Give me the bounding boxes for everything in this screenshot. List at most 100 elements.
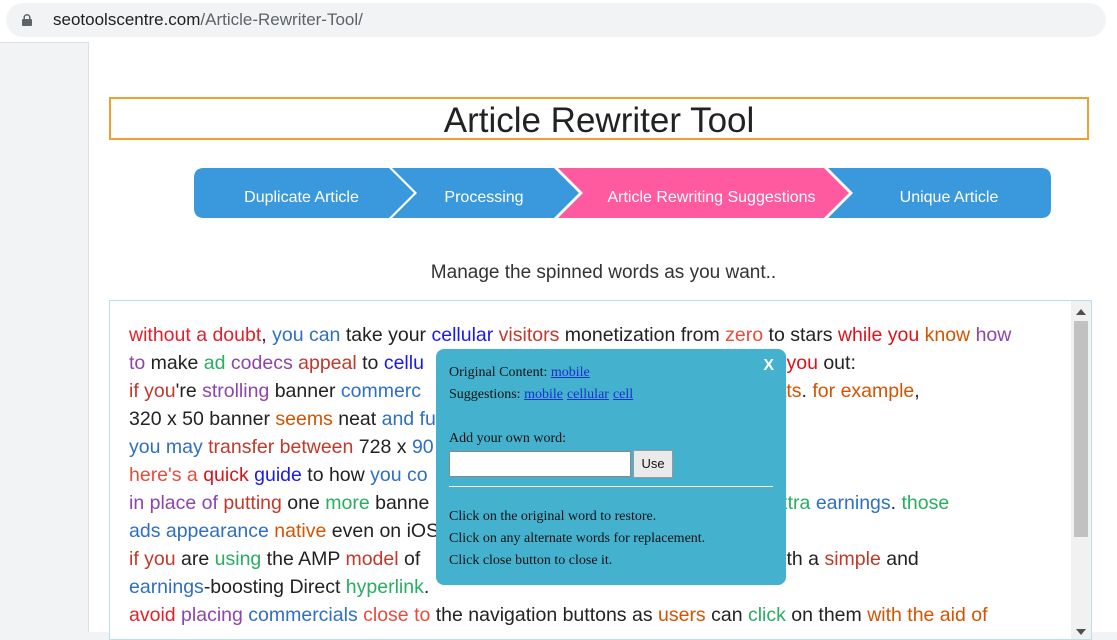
plain-text: even on iOS (326, 520, 440, 542)
spun-word[interactable]: you can (272, 324, 340, 346)
progress-steps: Duplicate Article Processing Article Rew… (194, 168, 1051, 218)
step-rewriting-suggestions[interactable]: Article Rewriting Suggestions (574, 168, 849, 218)
spun-word[interactable]: transfer between (208, 436, 353, 458)
plain-text: to (356, 352, 384, 374)
spun-word[interactable]: commerc (341, 380, 421, 402)
spun-word[interactable]: while you (838, 324, 919, 346)
spun-word[interactable]: visitors (499, 324, 560, 346)
spun-word[interactable]: and fu (382, 408, 436, 430)
url-text: seotoolscentre.com/Article-Rewriter-Tool… (53, 10, 363, 30)
spun-word[interactable]: hyperlink (346, 576, 424, 598)
scroll-down-icon[interactable] (1076, 629, 1086, 635)
url-path: /Article-Rewriter-Tool/ (200, 10, 363, 29)
plain-text: 320 x 50 banner (129, 408, 276, 430)
popup-divider (449, 486, 773, 487)
step-unique-article[interactable]: Unique Article (849, 168, 1049, 218)
plain-text: on them (785, 604, 868, 626)
add-word-label: Add your own word: (449, 431, 567, 446)
plain-text: the AMP (261, 548, 346, 570)
url-host: seotoolscentre.com (53, 10, 201, 29)
plain-text: to how (301, 464, 371, 486)
word-suggestion-popup: X Original Content: mobile Suggestions: … (436, 349, 786, 585)
plain-text: are (175, 548, 215, 570)
plain-text: and (880, 548, 919, 570)
spun-word[interactable]: using (215, 548, 262, 570)
spun-word[interactable]: commercials (248, 604, 357, 626)
article-line: if you are using the AMP model of (129, 545, 420, 573)
article-line: earnings-boosting Direct hyperlink. (129, 573, 429, 601)
spun-word[interactable]: without a doubt (129, 324, 261, 346)
plain-text: make (145, 352, 204, 374)
spun-word[interactable]: 90 (412, 436, 434, 458)
article-line: if you're strolling banner commerc (129, 377, 421, 405)
spun-word[interactable]: ad (204, 352, 226, 374)
spun-word[interactable]: quick (203, 464, 249, 486)
article-line: without a doubt, you can take your cellu… (129, 321, 1011, 349)
spun-word[interactable]: you may (129, 436, 203, 458)
spun-word[interactable]: you co (370, 464, 427, 486)
original-word-link[interactable]: mobile (551, 365, 590, 380)
spun-word[interactable]: for example (812, 380, 914, 402)
spun-word[interactable]: ads appearance (129, 520, 269, 542)
step-processing[interactable]: Processing (389, 168, 579, 218)
step-duplicate-article[interactable]: Duplicate Article (194, 168, 409, 218)
plain-text: , (261, 324, 273, 346)
spun-word[interactable]: earnings (816, 492, 891, 514)
plain-text: monetization from (559, 324, 726, 346)
close-popup-button[interactable]: X (763, 357, 774, 375)
plain-text: neat (332, 408, 382, 430)
spun-word[interactable]: how (976, 324, 1012, 346)
spun-word[interactable]: guide (254, 464, 302, 486)
spun-word[interactable]: putting (223, 492, 282, 514)
title-box: Article Rewriter Tool (109, 97, 1089, 140)
spun-word[interactable]: with the aid of (867, 604, 987, 626)
suggestion-link-cellular[interactable]: cellular (567, 387, 609, 402)
spun-word[interactable]: seems (275, 408, 332, 430)
spun-word[interactable]: simple (824, 548, 880, 570)
spun-word[interactable]: to (129, 352, 145, 374)
plain-text: banne (369, 492, 430, 514)
spun-word[interactable]: in place of (129, 492, 218, 514)
url-field[interactable]: seotoolscentre.com/Article-Rewriter-Tool… (6, 3, 1106, 37)
article-line: ads appearance native even on iOS (129, 517, 439, 545)
spun-word[interactable]: if you (129, 380, 176, 402)
scroll-up-icon[interactable] (1076, 309, 1086, 315)
spun-word[interactable]: here's a (129, 464, 198, 486)
spun-word[interactable]: avoid (129, 604, 176, 626)
page-title: Article Rewriter Tool (443, 101, 755, 140)
spun-word[interactable]: model (345, 548, 398, 570)
article-line: you may transfer between 728 x 90 (129, 433, 434, 461)
plain-text: 728 x (353, 436, 412, 458)
spun-word[interactable]: zero (725, 324, 763, 346)
plain-text: out: (817, 352, 856, 374)
spun-word[interactable]: cellu (384, 352, 424, 374)
plain-text: take your (340, 324, 432, 346)
spun-word[interactable]: those (901, 492, 949, 514)
page-subtitle: Manage the spinned words as you want.. (430, 262, 777, 283)
spun-word[interactable]: close to (363, 604, 430, 626)
original-content-label: Original Content: (449, 365, 548, 380)
spun-word[interactable]: appeal (298, 352, 357, 374)
original-content-row: Original Content: mobile (449, 365, 594, 381)
spun-word[interactable]: know (925, 324, 971, 346)
suggestion-link-mobile[interactable]: mobile (524, 387, 563, 402)
spun-word[interactable]: click (748, 604, 786, 626)
plain-text: the navigation buttons as (430, 604, 658, 626)
help-text-restore: Click on the original word to restore. (449, 509, 657, 524)
spun-word[interactable]: more (325, 492, 369, 514)
spun-word[interactable]: users (658, 604, 706, 626)
custom-word-input[interactable] (449, 451, 631, 477)
spun-word[interactable]: native (274, 520, 326, 542)
use-button[interactable]: Use (633, 450, 673, 478)
article-line: to make ad codecs appeal to cellu (129, 349, 424, 377)
plain-text: . (890, 492, 902, 514)
spun-word[interactable]: codecs (231, 352, 293, 374)
spun-word[interactable]: cellular (431, 324, 493, 346)
spun-word[interactable]: if you (129, 548, 176, 570)
spun-word[interactable]: earnings (129, 576, 204, 598)
suggestion-link-cell[interactable]: cell (613, 387, 633, 402)
spun-word[interactable]: placing (181, 604, 243, 626)
scroll-thumb[interactable] (1074, 321, 1088, 537)
spun-word[interactable]: strolling (202, 380, 269, 402)
editor-scrollbar[interactable] (1071, 301, 1091, 639)
